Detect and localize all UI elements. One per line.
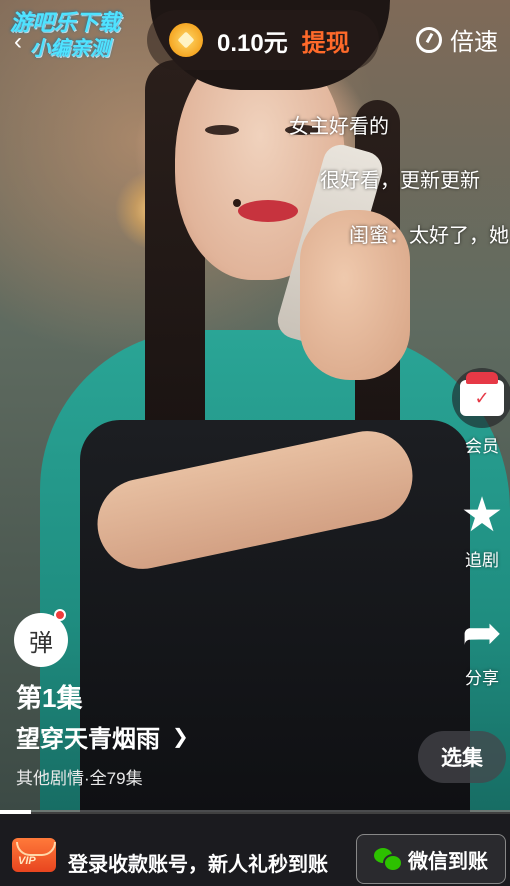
vip-button[interactable]: 会员 [447, 368, 510, 457]
video-frame-mole [233, 199, 241, 207]
promo-text: 登录收款账号，新人礼秒到账 [68, 854, 328, 876]
danmaku-comment: 很好看，更新更新 [320, 170, 480, 192]
gift-icon [452, 368, 510, 428]
playback-speed-button[interactable]: 倍速 [416, 22, 498, 57]
reward-balance-pill[interactable]: 0.10元 提现 [147, 10, 379, 70]
chevron-right-icon: ❯ [172, 726, 189, 748]
login-promo-banner[interactable]: VIP 登录收款账号，新人礼秒到账 微信到账 [0, 814, 510, 886]
episode-select-button[interactable]: 选集 [418, 731, 506, 783]
vip-label: 会员 [465, 437, 499, 456]
withdraw-button[interactable]: 提现 [302, 23, 350, 58]
share-button[interactable]: ➦ 分享 [447, 608, 510, 689]
app-watermark-logo: 游吧乐下载 小编亲测 [10, 10, 121, 60]
danmaku-toggle-label: 弹 [29, 629, 53, 657]
share-arrow-icon: ➦ [461, 607, 503, 660]
vip-wallet-icon: VIP [12, 838, 56, 872]
drama-title: 望穿天青烟雨 [16, 726, 160, 753]
chevron-left-icon[interactable]: ‹ [14, 28, 22, 56]
video-frame-lips [238, 200, 298, 222]
wechat-payout-button[interactable]: 微信到账 [356, 834, 506, 884]
wechat-icon [374, 848, 403, 872]
video-frame-eye [205, 125, 239, 135]
drama-title-link[interactable]: 望穿天青烟雨 ❯ [16, 719, 189, 754]
star-icon: ★ [460, 489, 504, 542]
speed-label: 倍速 [450, 29, 498, 56]
speed-gauge-icon [416, 26, 442, 53]
danmaku-comment: 女主好看的 [289, 116, 389, 138]
follow-label: 追剧 [465, 551, 499, 570]
follow-drama-button[interactable]: ★ 追剧 [447, 490, 510, 571]
coin-icon [169, 23, 203, 57]
drama-meta: 其他剧情·全79集 [16, 769, 143, 788]
episode-number: 第1集 [16, 683, 83, 713]
balance-amount: 0.10元 [217, 29, 288, 57]
danmaku-toggle-button[interactable]: 弹 [14, 613, 68, 667]
notification-dot [54, 609, 66, 621]
wechat-label: 微信到账 [408, 850, 488, 873]
share-label: 分享 [465, 669, 499, 688]
danmaku-comment: 闺蜜：太好了，她 [349, 225, 509, 247]
